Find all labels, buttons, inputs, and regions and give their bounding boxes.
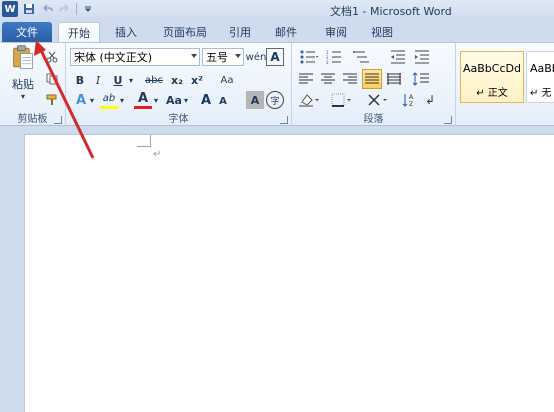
clear-formatting-button[interactable]: Aa bbox=[216, 71, 238, 89]
bold-button[interactable]: B bbox=[72, 71, 88, 89]
window-title: 文档1 - Microsoft Word bbox=[330, 5, 452, 18]
qat-separator bbox=[76, 3, 77, 15]
tab-file[interactable]: 文件 bbox=[2, 22, 52, 42]
svg-text:3: 3 bbox=[326, 60, 329, 64]
font-color-dropdown-icon[interactable]: ▾ bbox=[152, 91, 160, 109]
format-painter-icon[interactable] bbox=[44, 93, 60, 107]
distributed-icon[interactable] bbox=[384, 70, 404, 88]
strikethrough-button[interactable]: abc bbox=[142, 71, 166, 89]
style-no-spacing-sample: AaBb bbox=[530, 62, 554, 75]
paragraph-mark-icon: ↵ bbox=[153, 149, 162, 160]
font-name-value: 宋体 (中文正文) bbox=[74, 51, 153, 64]
style-normal-sample: AaBbCcDd bbox=[463, 62, 521, 75]
tab-references[interactable]: 引用 bbox=[222, 22, 258, 42]
tab-insert[interactable]: 插入 bbox=[106, 22, 146, 42]
redo-icon[interactable] bbox=[58, 2, 72, 16]
paste-icon bbox=[13, 45, 33, 69]
multilevel-list-icon[interactable] bbox=[350, 48, 374, 66]
paste-button[interactable]: 粘贴 ▾ bbox=[4, 45, 42, 101]
style-no-spacing[interactable]: AaBb ↵ 无 bbox=[526, 51, 554, 103]
style-normal-name: ↵ 正文 bbox=[476, 88, 508, 99]
line-spacing-icon[interactable] bbox=[410, 70, 434, 88]
clipboard-group: 粘贴 ▾ 剪贴板 bbox=[0, 43, 66, 127]
svg-text:Z: Z bbox=[409, 101, 413, 107]
customize-qat-icon[interactable] bbox=[81, 2, 95, 16]
undo-icon[interactable] bbox=[40, 2, 54, 16]
underline-dropdown-icon[interactable]: ▾ bbox=[126, 71, 136, 89]
change-case-dropdown-icon[interactable]: ▾ bbox=[182, 91, 190, 109]
character-shading-button[interactable]: A bbox=[246, 91, 264, 109]
paragraph-group: 123 A Z ↲ 段落 bbox=[292, 43, 456, 127]
font-name-combo[interactable]: 宋体 (中文正文) bbox=[70, 48, 200, 66]
clipboard-dialog-launcher-icon[interactable] bbox=[54, 116, 62, 124]
save-icon[interactable] bbox=[22, 2, 36, 16]
align-left-icon[interactable] bbox=[296, 70, 316, 88]
justify-icon[interactable] bbox=[362, 69, 382, 89]
margin-corner-mark bbox=[137, 135, 151, 147]
paste-label: 粘贴 bbox=[12, 78, 34, 91]
style-normal[interactable]: AaBbCcDd ↵ 正文 bbox=[460, 51, 524, 103]
highlight-color-button[interactable]: ab bbox=[100, 91, 118, 109]
copy-icon[interactable] bbox=[44, 71, 60, 87]
increase-indent-icon[interactable] bbox=[412, 48, 432, 66]
enclose-characters-button[interactable]: 字 bbox=[266, 91, 284, 109]
font-group-label: 字体 bbox=[168, 114, 189, 125]
tab-view[interactable]: 视图 bbox=[364, 22, 400, 42]
character-border-button[interactable]: A bbox=[266, 48, 284, 66]
font-color-button[interactable]: A bbox=[134, 91, 152, 109]
document-area: ↵ bbox=[0, 126, 554, 412]
highlight-dropdown-icon[interactable]: ▾ bbox=[118, 91, 126, 109]
tab-review[interactable]: 审阅 bbox=[318, 22, 354, 42]
tab-mailings[interactable]: 邮件 bbox=[268, 22, 304, 42]
align-right-icon[interactable] bbox=[340, 70, 360, 88]
numbering-icon[interactable]: 123 bbox=[324, 48, 346, 66]
decrease-indent-icon[interactable] bbox=[388, 48, 408, 66]
font-name-dropdown-icon bbox=[191, 54, 197, 58]
quick-access-toolbar: W bbox=[2, 1, 95, 17]
style-no-spacing-name: ↵ 无 bbox=[530, 88, 552, 99]
word-logo-icon[interactable]: W bbox=[2, 1, 18, 17]
underline-button[interactable]: U bbox=[110, 71, 126, 89]
shading-icon[interactable] bbox=[296, 91, 322, 109]
svg-text:A: A bbox=[409, 94, 414, 101]
cut-icon[interactable] bbox=[44, 49, 60, 65]
phonetic-guide-icon[interactable]: wén bbox=[246, 48, 267, 66]
superscript-button[interactable]: x² bbox=[188, 71, 206, 89]
ribbon-home: 粘贴 ▾ 剪贴板 宋体 (中文正文) 五号 wén A B I U ▾ abc bbox=[0, 42, 554, 127]
paragraph-group-label: 段落 bbox=[363, 114, 384, 125]
text-effects-dropdown-icon[interactable]: ▾ bbox=[88, 91, 96, 109]
font-group: 宋体 (中文正文) 五号 wén A B I U ▾ abc x₂ x² Aa … bbox=[66, 43, 292, 127]
grow-font-button[interactable]: A bbox=[198, 91, 214, 109]
font-size-combo[interactable]: 五号 bbox=[202, 48, 244, 66]
shrink-font-button[interactable]: A bbox=[216, 93, 230, 109]
document-page[interactable]: ↵ bbox=[24, 134, 554, 412]
font-dialog-launcher-icon[interactable] bbox=[280, 116, 288, 124]
bullets-icon[interactable] bbox=[298, 48, 320, 66]
show-formatting-marks-icon[interactable]: ↲ bbox=[422, 91, 438, 109]
font-size-value: 五号 bbox=[206, 51, 228, 64]
subscript-button[interactable]: x₂ bbox=[168, 71, 186, 89]
tab-home[interactable]: 开始 bbox=[58, 22, 100, 42]
paragraph-dialog-launcher-icon[interactable] bbox=[444, 116, 452, 124]
chinese-layout-icon[interactable] bbox=[364, 91, 390, 109]
paste-dropdown-icon[interactable]: ▾ bbox=[21, 92, 25, 101]
title-bar: W 文档1 - Microsoft Word bbox=[0, 0, 554, 20]
align-center-icon[interactable] bbox=[318, 70, 338, 88]
change-case-button[interactable]: Aa bbox=[164, 91, 184, 109]
italic-button[interactable]: I bbox=[90, 71, 106, 89]
sort-icon[interactable]: AZ bbox=[400, 91, 420, 109]
tab-page-layout[interactable]: 页面布局 bbox=[154, 22, 216, 42]
font-size-dropdown-icon bbox=[235, 54, 241, 58]
ribbon-tab-bar: 文件 开始 插入 页面布局 引用 邮件 审阅 视图 bbox=[0, 20, 554, 42]
borders-icon[interactable] bbox=[328, 91, 354, 109]
styles-group: AaBbCcDd ↵ 正文 AaBb ↵ 无 bbox=[456, 43, 554, 127]
